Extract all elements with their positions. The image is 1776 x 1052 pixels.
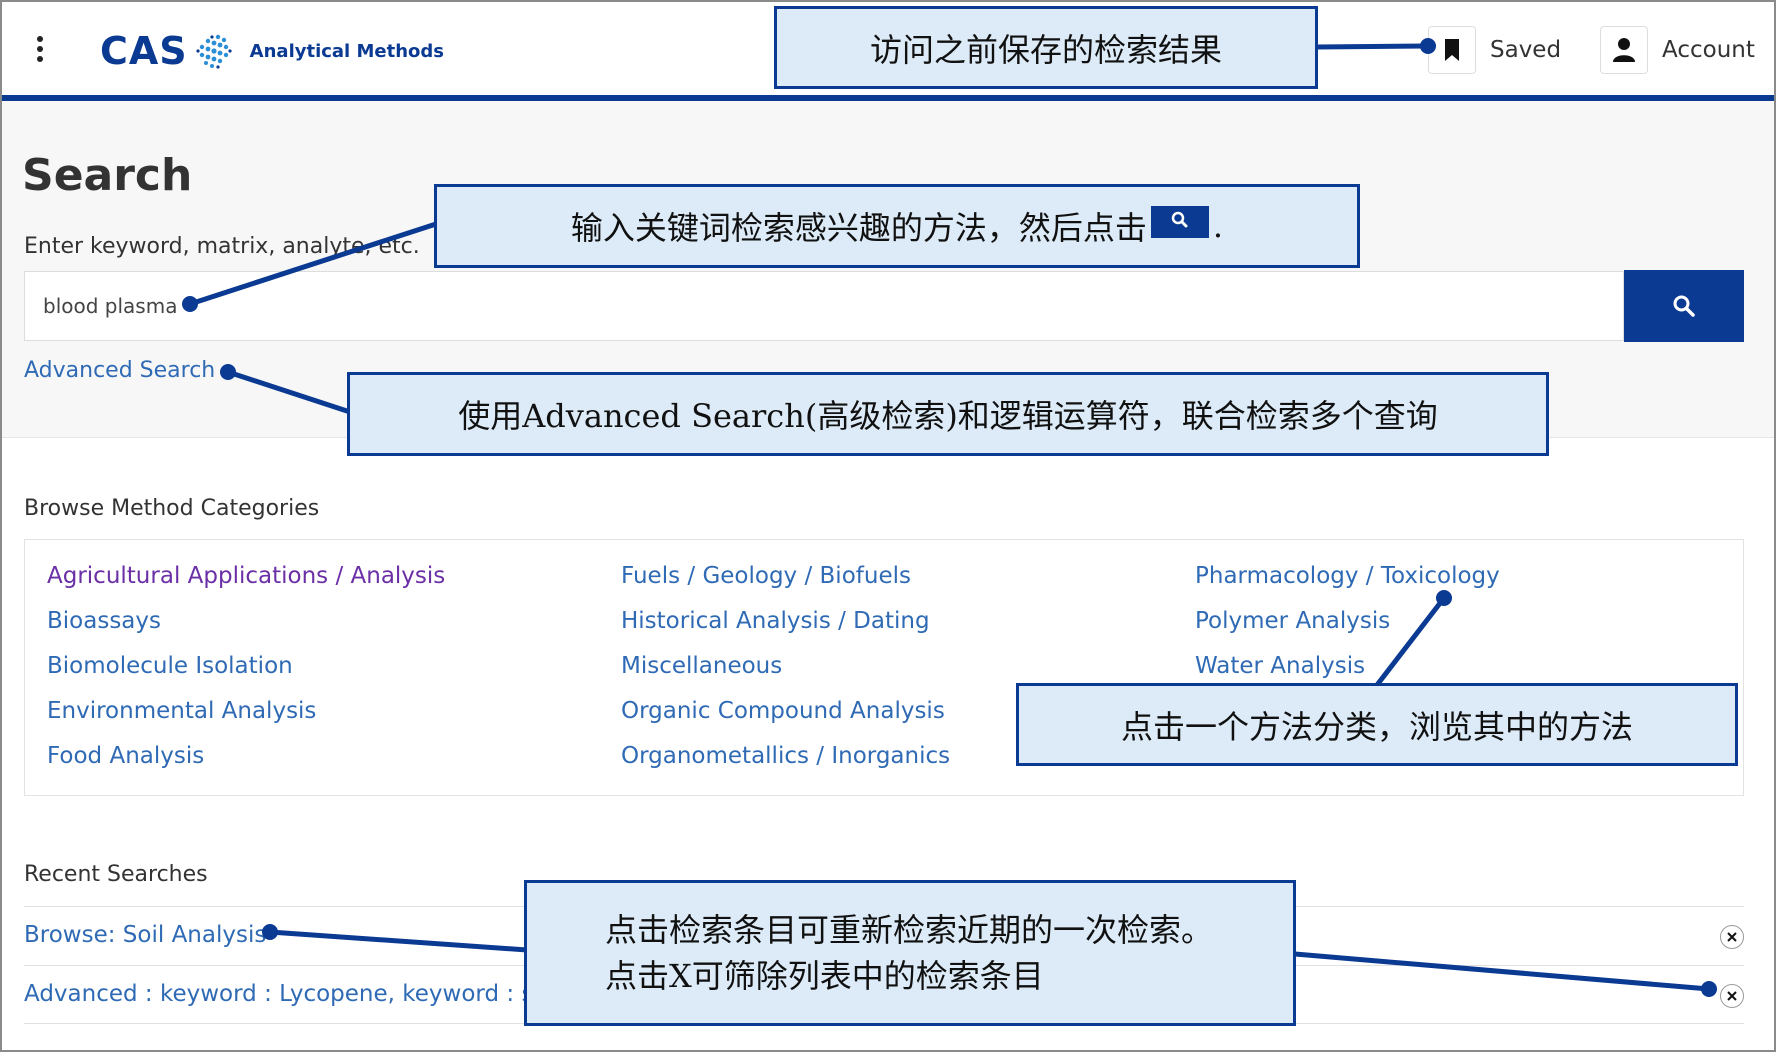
search-input[interactable] bbox=[24, 271, 1624, 341]
category-link[interactable]: Miscellaneous bbox=[621, 653, 782, 679]
category-link[interactable]: Historical Analysis / Dating bbox=[621, 608, 930, 634]
cas-logo[interactable]: CAS Analytical Methods bbox=[100, 28, 444, 74]
search-button[interactable] bbox=[1624, 270, 1744, 342]
category-link[interactable]: Organic Compound Analysis bbox=[621, 698, 945, 724]
search-label: Enter keyword, matrix, analyte, etc. bbox=[24, 234, 420, 259]
recent-search-item[interactable]: Advanced : keyword : Lycopene, keyword :… bbox=[24, 981, 548, 1007]
remove-recent-close-icon[interactable] bbox=[1720, 984, 1744, 1008]
callout-search-text: 输入关键词检索感兴趣的方法，然后点击 bbox=[570, 209, 1147, 247]
category-link[interactable]: Fuels / Geology / Biofuels bbox=[621, 563, 911, 589]
browse-title: Browse Method Categories bbox=[24, 496, 320, 521]
callout-recent-line2: 点击X可筛除列表中的检索条目 bbox=[605, 957, 1044, 995]
category-link[interactable]: Bioassays bbox=[47, 608, 161, 634]
recent-searches-title: Recent Searches bbox=[24, 862, 208, 887]
inline-search-button-icon bbox=[1150, 206, 1209, 238]
category-link[interactable]: Biomolecule Isolation bbox=[47, 653, 293, 679]
search-icon bbox=[1673, 295, 1695, 317]
category-link[interactable]: Organometallics / Inorganics bbox=[621, 743, 950, 769]
remove-recent-close-icon[interactable] bbox=[1720, 925, 1744, 949]
user-icon bbox=[1600, 26, 1648, 74]
category-link[interactable]: Pharmacology / Toxicology bbox=[1195, 563, 1500, 589]
logo-subtitle: Analytical Methods bbox=[249, 40, 444, 62]
category-link[interactable]: Water Analysis bbox=[1195, 653, 1365, 679]
saved-label: Saved bbox=[1490, 37, 1562, 63]
callout-advanced: 使用Advanced Search(高级检索)和逻辑运算符，联合检索多个查询 bbox=[347, 372, 1549, 456]
callout-browse: 点击一个方法分类，浏览其中的方法 bbox=[1016, 683, 1738, 766]
category-link[interactable]: Agricultural Applications / Analysis bbox=[47, 563, 445, 589]
callout-recent: 点击检索条目可重新检索近期的一次检索。 点击X可筛除列表中的检索条目 bbox=[524, 880, 1296, 1026]
callout-search-period: . bbox=[1212, 207, 1224, 245]
callout-search: 输入关键词检索感兴趣的方法，然后点击. bbox=[434, 184, 1360, 268]
bookmark-icon bbox=[1428, 26, 1476, 74]
callout-recent-line1: 点击检索条目可重新检索近期的一次检索。 bbox=[605, 911, 1214, 949]
saved-button[interactable]: Saved bbox=[1428, 24, 1561, 76]
logo-text: CAS bbox=[100, 29, 188, 73]
category-link[interactable]: Polymer Analysis bbox=[1195, 608, 1390, 634]
callout-saved: 访问之前保存的检索结果 bbox=[774, 6, 1318, 89]
recent-search-item[interactable]: Browse: Soil Analysis bbox=[24, 922, 266, 948]
account-button[interactable]: Account bbox=[1600, 24, 1755, 76]
menu-kebab-icon[interactable] bbox=[34, 36, 46, 68]
category-link[interactable]: Environmental Analysis bbox=[47, 698, 316, 724]
category-link[interactable]: Food Analysis bbox=[47, 743, 204, 769]
account-label: Account bbox=[1662, 37, 1755, 63]
page-title: Search bbox=[22, 150, 193, 201]
advanced-search-link[interactable]: Advanced Search bbox=[24, 358, 215, 383]
cas-logo-mark-icon bbox=[196, 34, 232, 69]
